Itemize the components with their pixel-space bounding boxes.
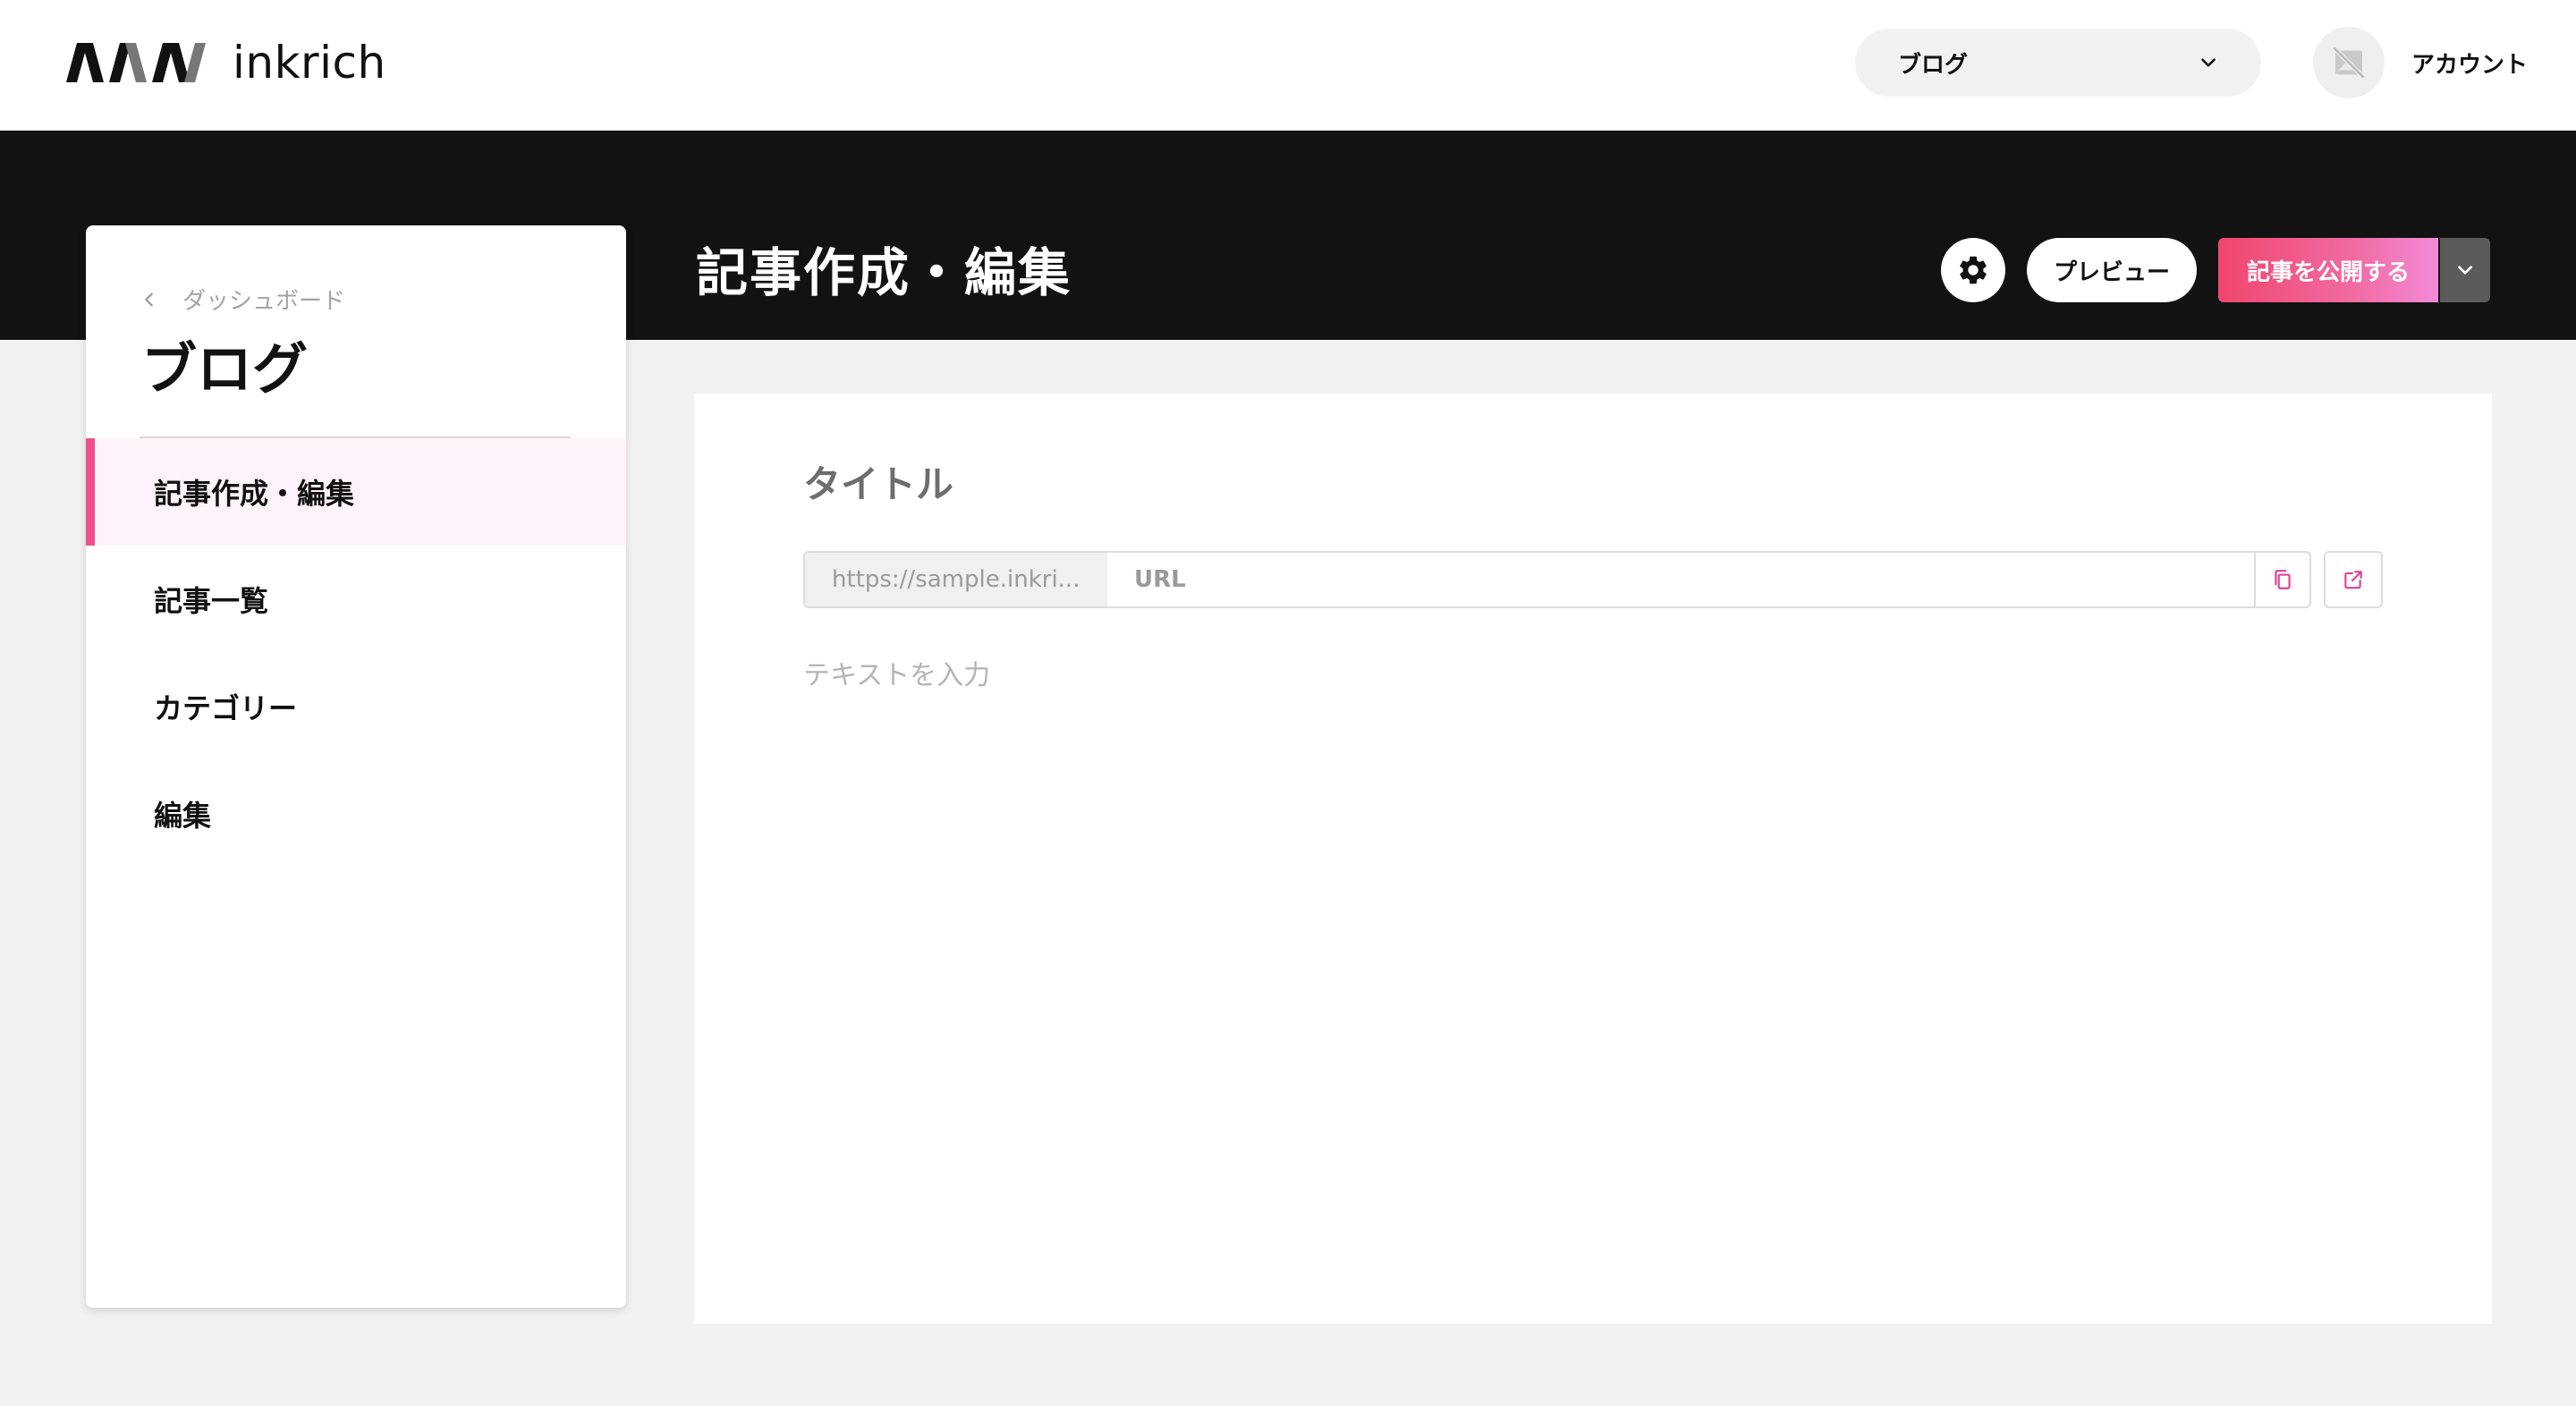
logo-mark-icon xyxy=(66,43,206,82)
sidebar: ダッシュボード ブログ 記事作成・編集 記事一覧 カテゴリー 編集 xyxy=(86,225,626,1308)
sidebar-item-label: カテゴリー xyxy=(154,691,298,725)
logo-text: inkrich xyxy=(233,37,386,89)
no-image-icon xyxy=(2332,46,2366,80)
site-select-value: ブログ xyxy=(1898,51,1969,79)
sidebar-item-label: 記事作成・編集 xyxy=(154,477,355,511)
url-slug-input[interactable] xyxy=(1107,553,2254,606)
sidebar-nav: 記事作成・編集 記事一覧 カテゴリー 編集 xyxy=(86,438,626,868)
body-text-input[interactable] xyxy=(803,653,2383,1279)
gear-icon xyxy=(1960,256,1987,284)
page-title: 記事作成・編集 xyxy=(696,242,1072,303)
publish-button[interactable]: 記事を公開する xyxy=(2218,238,2438,302)
chevron-left-icon xyxy=(145,292,153,307)
back-to-dashboard-link[interactable]: ダッシュボード xyxy=(140,283,345,316)
top-bar: inkrich ブログ アカウント xyxy=(0,0,2576,131)
url-field: https://sample.inkri... xyxy=(803,551,2311,608)
publish-options-button[interactable] xyxy=(2440,238,2490,302)
sidebar-item-edit[interactable]: 編集 xyxy=(86,760,626,868)
sidebar-item-create-edit[interactable]: 記事作成・編集 xyxy=(86,438,626,546)
account-label: アカウント xyxy=(2411,51,2529,79)
sidebar-item-categories[interactable]: カテゴリー xyxy=(86,653,626,760)
site-select[interactable]: ブログ xyxy=(1855,29,2261,97)
back-link-label: ダッシュボード xyxy=(182,288,346,315)
url-prefix: https://sample.inkri... xyxy=(805,553,1107,606)
sidebar-item-label: 記事一覧 xyxy=(154,584,269,618)
copy-icon xyxy=(2275,570,2291,589)
settings-button[interactable] xyxy=(1941,238,2005,302)
external-link-icon xyxy=(2344,571,2362,589)
sidebar-item-label: 編集 xyxy=(154,799,212,833)
sidebar-title: ブログ xyxy=(141,336,309,402)
title-input[interactable] xyxy=(803,454,2377,513)
logo[interactable]: inkrich xyxy=(66,36,386,89)
avatar[interactable] xyxy=(2313,27,2385,98)
account-menu[interactable]: アカウント xyxy=(2313,27,2528,98)
editor-panel: https://sample.inkri... xyxy=(694,394,2492,1324)
preview-button[interactable]: プレビュー xyxy=(2027,238,2197,302)
chevron-down-icon xyxy=(2458,266,2472,275)
sidebar-item-article-list[interactable]: 記事一覧 xyxy=(86,546,626,653)
chevron-down-icon xyxy=(2201,58,2216,67)
open-url-button[interactable] xyxy=(2324,551,2383,608)
copy-url-button[interactable] xyxy=(2254,553,2309,606)
